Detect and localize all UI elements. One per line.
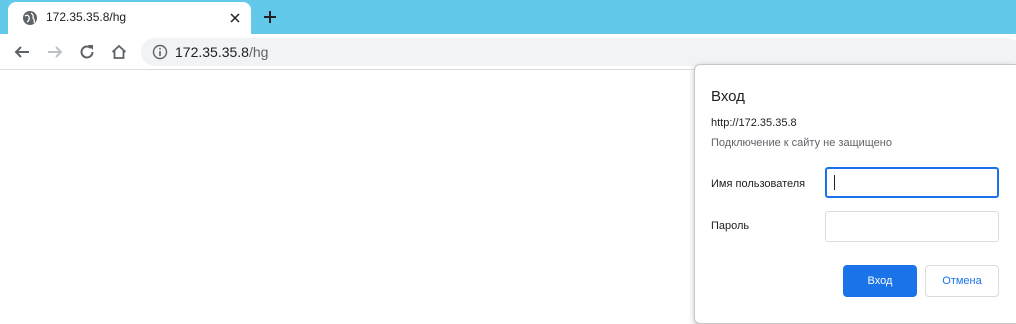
username-input[interactable]	[825, 167, 999, 198]
arrow-right-icon[interactable]	[44, 41, 66, 63]
cancel-button[interactable]: Отмена	[925, 265, 999, 297]
reload-icon[interactable]	[76, 41, 98, 63]
info-icon[interactable]	[152, 44, 168, 60]
password-input[interactable]	[825, 211, 999, 242]
globe-icon	[22, 10, 38, 26]
text-caret	[834, 175, 835, 190]
username-label: Имя пользователя	[711, 178, 806, 190]
tab-title: 172.35.35.8/hg	[46, 10, 127, 24]
auth-dialog: Вход http://172.35.35.8 Подключение к са…	[694, 64, 1016, 324]
url-host: 172.35.35.8	[175, 44, 249, 60]
address-bar[interactable]: 172.35.35.8/hg	[141, 38, 1016, 66]
plus-icon[interactable]	[261, 8, 279, 26]
url-path: /hg	[248, 44, 269, 60]
login-button[interactable]: Вход	[843, 265, 917, 297]
url-text: 172.35.35.8/hg	[175, 44, 268, 60]
dialog-title: Вход	[711, 88, 745, 105]
active-tab[interactable]: 172.35.35.8/hg	[8, 2, 251, 34]
tab-strip: 172.35.35.8/hg	[0, 0, 1016, 34]
dialog-warning: Подключение к сайту не защищено	[711, 137, 892, 149]
home-icon[interactable]	[108, 41, 130, 63]
close-icon[interactable]	[227, 10, 243, 26]
arrow-left-icon[interactable]	[11, 41, 33, 63]
dialog-origin: http://172.35.35.8	[711, 117, 797, 129]
password-label: Пароль	[711, 220, 750, 232]
